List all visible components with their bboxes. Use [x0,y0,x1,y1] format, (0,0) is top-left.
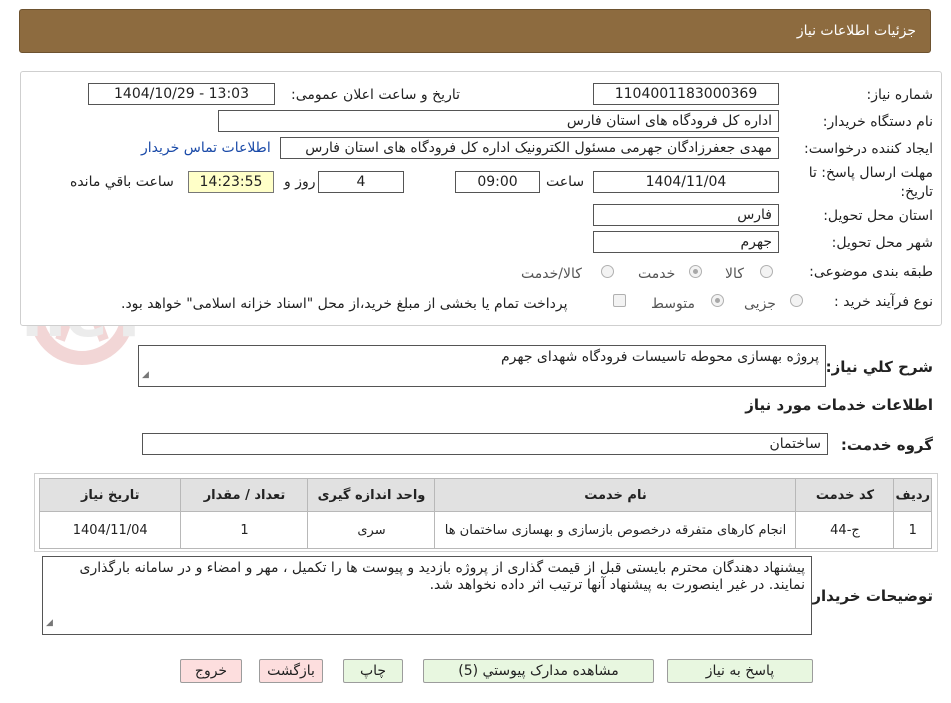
process-option-minor: جزیی [744,296,776,312]
col-row: ردیف [893,478,932,512]
summary-text: پروژه بهسازی محوطه تاسیسات فرودگاه شهدای… [500,349,819,365]
buyer-contact-link[interactable]: اطلاعات تماس خریدار [141,140,271,156]
creator-field: مهدی جعفرزادگان جهرمی مسئول الکترونیک اد… [280,137,779,159]
col-name: نام خدمت [434,478,797,512]
time-label: ساعت [546,174,585,190]
category-option-goods: کالا [725,266,744,282]
cell-row: 1 [893,511,932,549]
col-qty: تعداد / مقدار [180,478,309,512]
category-label: طبقه بندی موضوعی: [809,264,933,280]
need-number-label: شماره نیاز: [866,87,934,103]
category-radio-service[interactable] [689,265,702,278]
col-unit: واحد اندازه گیری [307,478,436,512]
treasury-payment-checkbox[interactable] [613,294,626,307]
creator-label: ایجاد کننده درخواست: [804,141,933,157]
cell-qty: 1 [180,511,309,549]
days-label: روز و [284,174,316,190]
process-option-medium: متوسط [651,296,695,312]
process-radio-minor[interactable] [790,294,803,307]
buyer-notes-label: توضیحات خریدار: [806,587,933,605]
table-header-row: ردیف کد خدمت نام خدمت واحد اندازه گیری ت… [38,478,932,512]
table-row: 1 ج-44 انجام کارهای متفرقه درخصوص بازساز… [38,511,932,549]
view-attachments-button[interactable]: مشاهده مدارک پیوستي (5) [423,659,654,683]
deadline-time-field: 09:00 [455,171,540,193]
buyer-field: اداره کل فرودگاه های استان فارس [218,110,779,132]
service-group-label: گروه خدمت: [840,436,933,454]
col-date: تاریخ نیاز [38,478,182,512]
page-title: جزئیات اطلاعات نیاز [796,23,916,39]
announce-field: 1404/10/29 - 13:03 [88,83,275,105]
need-number-field: 1104001183000369 [593,83,779,105]
province-field: فارس [593,204,779,226]
cell-name: انجام کارهای متفرقه درخصوص بازسازی و بهس… [434,511,797,549]
reply-button[interactable]: پاسخ به نیاز [667,659,813,683]
category-radio-goods[interactable] [760,265,773,278]
resize-grip-icon[interactable]: ◢ [46,615,53,632]
cell-unit: سری [307,511,436,549]
city-label: شهر محل تحویل: [831,235,933,251]
cell-code: ج-44 [795,511,895,549]
exit-button[interactable]: خروج [180,659,242,683]
summary-label: شرح کلي نياز: [825,358,933,376]
services-section-title: اطلاعات خدمات مورد نياز [745,396,933,414]
process-label: نوع فرآیند خرید : [834,294,933,310]
col-code: کد خدمت [795,478,895,512]
services-table: ردیف کد خدمت نام خدمت واحد اندازه گیری ت… [38,478,932,549]
city-field: جهرم [593,231,779,253]
process-radio-medium[interactable] [711,294,724,307]
resize-grip-icon[interactable]: ◢ [142,367,149,384]
deadline-date-field: 1404/11/04 [593,171,779,193]
category-radio-goods-service[interactable] [601,265,614,278]
remaining-time-field: 14:23:55 [188,171,274,193]
cell-date: 1404/11/04 [38,511,182,549]
remaining-label: ساعت باقي مانده [70,174,174,190]
announce-label: تاریخ و ساعت اعلان عمومی: [291,87,460,103]
buyer-notes-textarea: پیشنهاد دهندگان محترم بایستی قبل از قیمت… [42,556,812,635]
treasury-payment-note: پرداخت تمام یا بخشی از مبلغ خرید،از محل … [121,296,568,312]
buyer-label: نام دستگاه خریدار: [822,114,933,130]
province-label: استان محل تحویل: [823,208,933,224]
days-remaining-field: 4 [318,171,404,193]
deadline-label-2: تاریخ: [900,184,933,200]
print-button[interactable]: چاپ [343,659,403,683]
category-option-service: خدمت [638,266,676,282]
service-group-field: ساختمان [142,433,828,455]
deadline-label-1: مهلت ارسال پاسخ: تا [808,165,933,181]
category-option-goods-service: کالا/خدمت [521,266,582,282]
summary-textarea: پروژه بهسازی محوطه تاسیسات فرودگاه شهدای… [138,345,826,387]
buyer-notes-line-1: پیشنهاد دهندگان محترم بایستی قبل از قیمت… [79,560,805,576]
back-button[interactable]: بازگشت [259,659,323,683]
buyer-notes-line-2: نمایند. در غیر اینصورت به پیشنهاد آنها ت… [429,577,805,593]
page-header: جزئیات اطلاعات نیاز [19,9,931,53]
